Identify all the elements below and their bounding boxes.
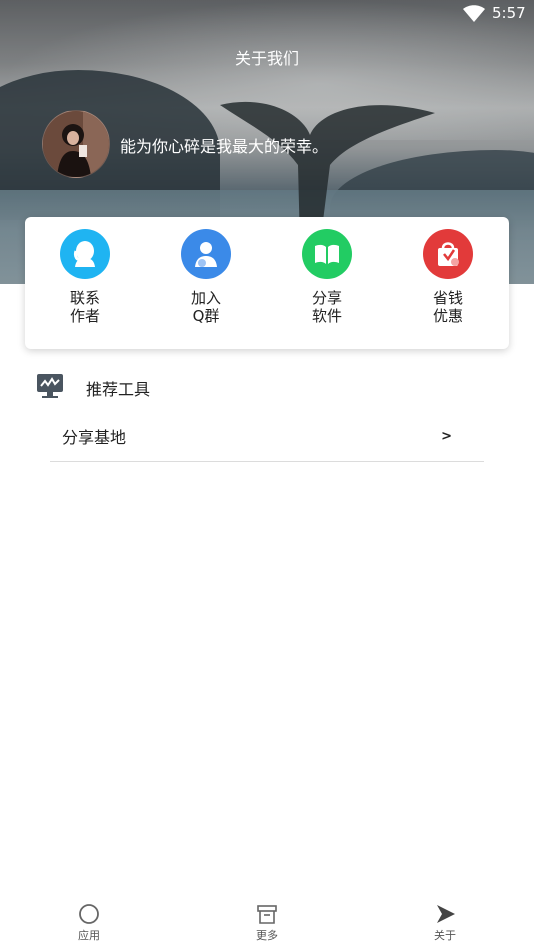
join-group-label-line1: 加入 xyxy=(190,289,221,307)
nav-item-more[interactable]: 更多 xyxy=(227,903,307,943)
share-software-label-line1: 分享 xyxy=(311,289,342,307)
nav-label-more: 更多 xyxy=(256,929,278,942)
status-bar: 5:57 xyxy=(0,0,534,30)
contact-author-label: 联系 作者 xyxy=(25,289,145,325)
group-user-icon xyxy=(181,229,231,279)
contact-person-icon xyxy=(60,229,110,279)
join-group-button[interactable]: 加入 Q群 xyxy=(146,229,266,339)
section-title: 推荐工具 xyxy=(86,380,151,399)
chevron-right-icon: > xyxy=(441,429,452,444)
list-item-label: 分享基地 xyxy=(62,428,127,447)
avatar[interactable] xyxy=(42,110,110,178)
contact-author-label-line2: 作者 xyxy=(69,307,100,325)
circle-icon xyxy=(79,904,99,924)
join-group-label: 加入 Q群 xyxy=(146,289,266,325)
save-money-label-line2: 优惠 xyxy=(432,307,463,325)
nav-label-apps: 应用 xyxy=(78,929,100,942)
nav-item-about[interactable]: 关于 xyxy=(405,903,485,943)
contact-author-button[interactable]: 联系 作者 xyxy=(25,229,145,339)
nav-item-apps[interactable]: 应用 xyxy=(49,903,129,943)
monitor-chart-icon xyxy=(37,374,63,398)
save-money-label-line1: 省钱 xyxy=(432,289,463,307)
box-icon xyxy=(257,905,277,924)
shopping-bag-icon xyxy=(423,229,473,279)
status-time: 5:57 xyxy=(492,4,526,22)
quick-actions-card: 联系 作者 加入 Q群 分享 软件 省钱 优惠 xyxy=(25,217,509,349)
share-software-button[interactable]: 分享 软件 xyxy=(267,229,387,339)
contact-author-label-line1: 联系 xyxy=(69,289,100,307)
profile-motto: 能为你心碎是我最大的荣幸。 xyxy=(120,137,329,156)
save-money-label: 省钱 优惠 xyxy=(388,289,508,325)
join-group-label-line2: Q群 xyxy=(192,307,220,325)
wifi-icon xyxy=(463,5,485,22)
recommended-tools-header: 推荐工具 xyxy=(36,372,336,402)
share-software-label-line2: 软件 xyxy=(311,307,342,325)
bottom-nav: 应用 更多 关于 xyxy=(0,895,534,949)
avatar-image xyxy=(43,111,109,177)
nav-label-about: 关于 xyxy=(434,929,456,942)
page-title: 关于我们 xyxy=(234,49,299,68)
about-screen: 5:57 关于我们 能为你心碎是我最大的荣幸。 联系 作者 加入 Q群 分享 软… xyxy=(0,0,534,949)
play-arrow-icon xyxy=(437,905,455,923)
list-item-share-base[interactable]: 分享基地 > xyxy=(50,414,484,462)
share-software-label: 分享 软件 xyxy=(267,289,387,325)
save-money-button[interactable]: 省钱 优惠 xyxy=(388,229,508,339)
book-share-icon xyxy=(302,229,352,279)
